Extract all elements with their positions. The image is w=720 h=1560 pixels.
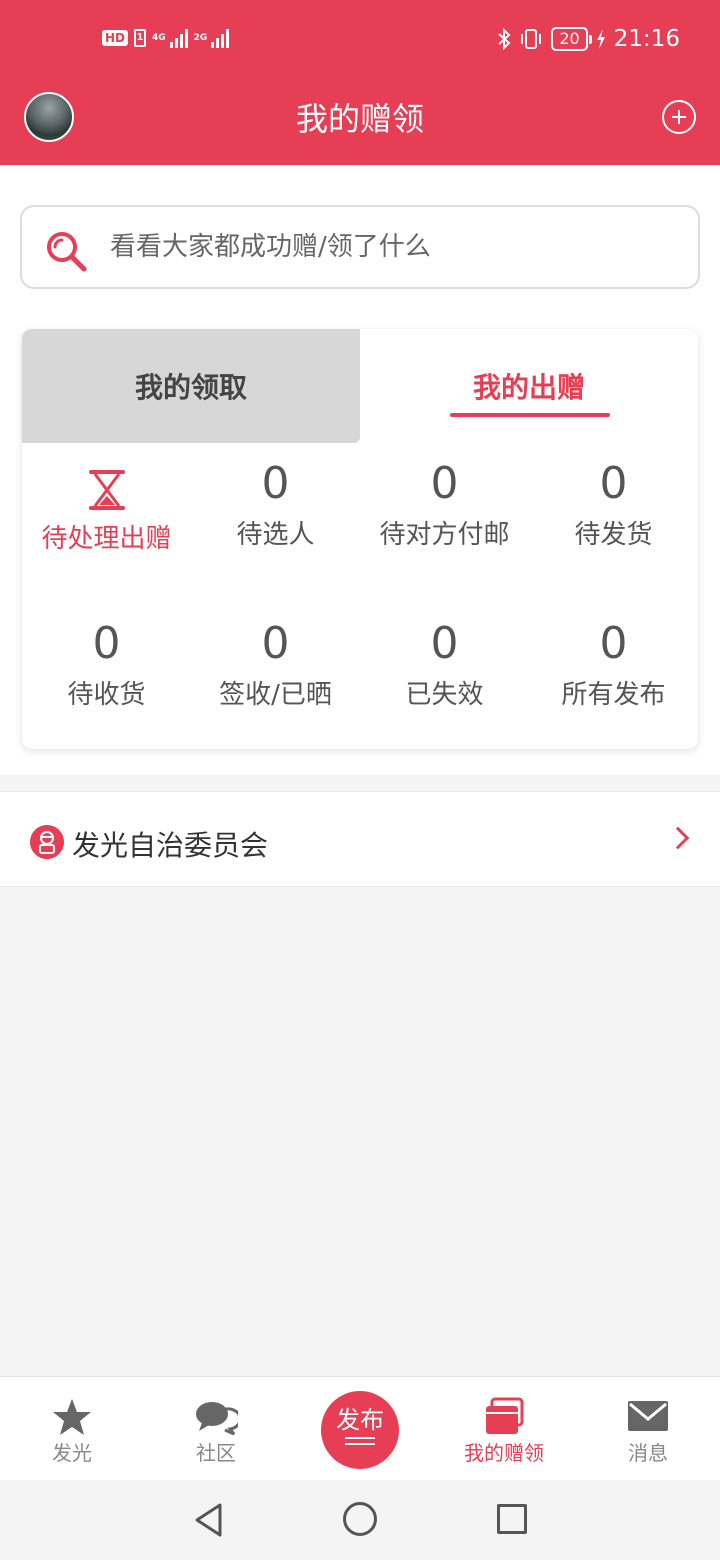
vibrate-icon xyxy=(521,29,542,49)
search-icon xyxy=(47,232,87,272)
publish-button[interactable]: 发布 xyxy=(321,1391,399,1469)
app-header: HD 1 4G 2G 20 21:16 我的赠领 xyxy=(0,0,720,165)
signal-icon xyxy=(169,28,188,48)
nav-label: 消息 xyxy=(628,1441,668,1465)
stat-value: 0 xyxy=(92,618,121,669)
section-divider xyxy=(0,775,720,791)
committee-label: 发光自治委员会 xyxy=(72,829,269,862)
tab-my-giveaways[interactable]: 我的出赠 xyxy=(360,329,698,443)
stat-pending-giveaway[interactable]: 待处理出赠 xyxy=(22,457,191,557)
stat-signed-shared[interactable]: 0 签收/已晒 xyxy=(191,617,360,713)
chat-icon xyxy=(196,1402,238,1436)
bluetooth-icon xyxy=(498,28,511,50)
status-bar: HD 1 4G 2G 20 21:16 xyxy=(0,0,720,84)
page-title: 我的赠领 xyxy=(295,100,424,138)
stat-label: 待收货 xyxy=(67,680,146,710)
stat-value: 0 xyxy=(430,458,459,509)
publish-icon xyxy=(345,1437,375,1445)
stat-value: 0 xyxy=(599,618,628,669)
hourglass-icon xyxy=(88,470,125,510)
stat-label: 待处理出赠 xyxy=(41,524,172,554)
committee-row[interactable]: 发光自治委员会 xyxy=(0,791,720,887)
battery-icon: 20 xyxy=(551,27,593,51)
stat-label: 已失效 xyxy=(405,680,484,710)
bottom-nav: 发光 社区 发布 我的赠领 消息 xyxy=(0,1376,720,1480)
stat-value: 0 xyxy=(261,458,290,509)
nav-label: 社区 xyxy=(196,1441,236,1465)
top-panel: 看看大家都成功赠/领了什么 我的领取 我的出赠 待处理出赠 0 待选人 0 待对… xyxy=(0,165,720,775)
search-input[interactable]: 看看大家都成功赠/领了什么 xyxy=(20,205,700,289)
nav-label: 我的赠领 xyxy=(464,1441,544,1465)
nav-item-my-giving[interactable]: 我的赠领 xyxy=(432,1377,576,1481)
charging-icon xyxy=(596,29,605,49)
stat-value: 0 xyxy=(599,458,628,509)
signal-icon xyxy=(211,28,230,48)
network-type-2: 2G xyxy=(193,33,208,43)
publish-label: 发布 xyxy=(336,1406,384,1434)
stat-all-posts[interactable]: 0 所有发布 xyxy=(529,617,698,713)
cards-icon xyxy=(486,1397,524,1434)
status-bar-right: 20 21:16 xyxy=(497,26,680,52)
nav-label: 发光 xyxy=(52,1441,92,1465)
stat-label: 签收/已晒 xyxy=(219,680,332,710)
stat-expired[interactable]: 0 已失效 xyxy=(360,617,529,713)
nav-item-glow[interactable]: 发光 xyxy=(0,1377,144,1481)
tab-my-claims[interactable]: 我的领取 xyxy=(22,329,360,443)
status-bar-left: HD 1 4G 2G xyxy=(102,28,230,48)
stat-label: 待对方付邮 xyxy=(379,520,510,550)
stat-pending-ship[interactable]: 0 待发货 xyxy=(529,457,698,553)
stat-pending-receive[interactable]: 0 待收货 xyxy=(22,617,191,713)
chevron-right-icon xyxy=(666,826,690,850)
stat-value: 0 xyxy=(261,618,290,669)
recent-apps-icon[interactable] xyxy=(497,1504,527,1534)
network-type-1: 4G xyxy=(152,33,166,43)
sim-badge: 1 xyxy=(134,29,147,47)
stat-value: 0 xyxy=(430,618,459,669)
clock: 21:16 xyxy=(613,26,680,52)
stat-label: 待选人 xyxy=(236,520,315,550)
stat-label: 所有发布 xyxy=(561,680,666,710)
giving-card: 我的领取 我的出赠 待处理出赠 0 待选人 0 待对方付邮 0 待发货 0 待收 xyxy=(22,329,698,749)
stat-pending-select[interactable]: 0 待选人 xyxy=(191,457,360,553)
system-nav-bar xyxy=(0,1480,720,1560)
mail-icon xyxy=(628,1401,668,1431)
add-icon[interactable] xyxy=(662,100,696,134)
home-icon[interactable] xyxy=(343,1502,377,1536)
nav-item-messages[interactable]: 消息 xyxy=(576,1377,720,1481)
committee-icon xyxy=(30,825,64,859)
search-placeholder: 看看大家都成功赠/领了什么 xyxy=(110,232,431,262)
stat-label: 待发货 xyxy=(574,520,653,550)
active-tab-underline xyxy=(450,413,610,417)
hd-badge: HD xyxy=(102,30,129,46)
back-icon[interactable] xyxy=(192,1502,228,1538)
nav-item-community[interactable]: 社区 xyxy=(144,1377,288,1481)
star-icon xyxy=(53,1399,91,1435)
stat-pending-postage[interactable]: 0 待对方付邮 xyxy=(360,457,529,553)
